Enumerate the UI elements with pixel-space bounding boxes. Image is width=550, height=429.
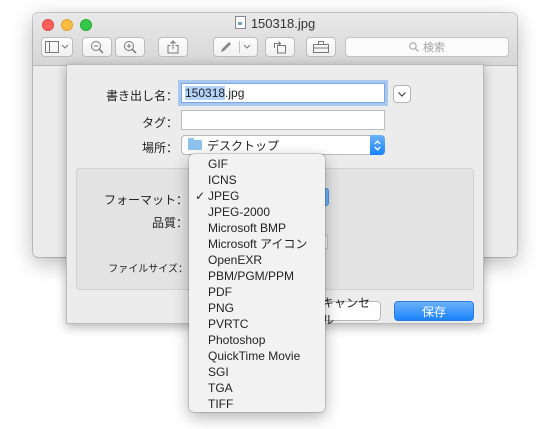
format-menu-item[interactable]: PDF <box>189 284 325 300</box>
format-menu-item[interactable]: PVRTC <box>189 316 325 332</box>
format-menu-item-label: PBM/PGM/PPM <box>208 269 295 283</box>
tags-label: タグ： <box>141 116 178 130</box>
toolbox-icon <box>313 41 329 53</box>
screen: 150318.jpg 検索 書き出し名： 150318 .jpg タグ： 場所：… <box>0 0 550 429</box>
search-placeholder: 検索 <box>423 42 445 54</box>
rotate-icon <box>274 41 286 54</box>
format-menu-item-label: SGI <box>208 365 229 379</box>
share-button[interactable] <box>158 37 188 57</box>
format-menu-item[interactable]: QuickTime Movie <box>189 348 325 364</box>
filename-selected-text: 150318 <box>185 86 226 100</box>
format-menu-item-label: PNG <box>208 301 235 315</box>
format-label: フォーマット： <box>103 193 188 207</box>
location-popup[interactable]: デスクトップ <box>181 135 385 155</box>
search-field[interactable]: 検索 <box>345 37 509 57</box>
format-menu-item-label: Photoshop <box>208 333 266 347</box>
chevron-down-icon <box>398 91 406 97</box>
format-menu-item[interactable]: PBM/PGM/PPM <box>189 268 325 284</box>
popup-arrows-icon <box>370 135 385 155</box>
filename-extension-text: .jpg <box>225 86 245 100</box>
format-menu-item-label: JPEG <box>208 189 240 203</box>
format-menu-item[interactable]: ✓ JPEG <box>189 188 325 204</box>
format-menu-item[interactable]: OpenEXR <box>189 252 325 268</box>
format-menu-item[interactable]: Microsoft アイコン <box>189 236 325 252</box>
save-button[interactable]: 保存 <box>394 301 474 321</box>
tags-input[interactable] <box>181 110 385 130</box>
format-menu-item[interactable]: JPEG-2000 <box>189 204 325 220</box>
markup-button[interactable] <box>213 37 258 57</box>
window-title-text: 150318.jpg <box>250 16 316 31</box>
sidebar-toggle-button[interactable] <box>41 37 73 57</box>
toolbox-button[interactable] <box>306 37 336 57</box>
format-menu-item[interactable]: PNG <box>189 300 325 316</box>
format-menu-item-label: PDF <box>208 285 232 299</box>
quality-label: 品質： <box>151 216 188 230</box>
file-size-label: ファイルサイズ： <box>108 264 188 275</box>
titlebar: 150318.jpg 検索 <box>33 13 517 66</box>
window-title: 150318.jpg <box>33 16 517 31</box>
format-menu-item-label: TGA <box>208 381 233 395</box>
location-value: デスクトップ <box>207 138 280 153</box>
format-menu-item[interactable]: Microsoft BMP <box>189 220 325 236</box>
format-menu-item-label: QuickTime Movie <box>208 349 301 363</box>
cancel-button[interactable]: キャンセル <box>321 296 381 327</box>
format-menu-item[interactable]: Photoshop <box>189 332 325 348</box>
format-menu-item[interactable]: TGA <box>189 380 325 396</box>
format-menu-item[interactable]: ICNS <box>189 172 325 188</box>
format-menu-item-label: Microsoft アイコン <box>208 237 308 251</box>
format-menu-item[interactable]: GIF <box>189 156 325 172</box>
sidebar-icon <box>45 41 69 53</box>
format-menu-item[interactable]: SGI <box>189 364 325 380</box>
zoom-out-icon <box>91 41 104 54</box>
filename-input[interactable]: 150318 .jpg <box>181 83 385 103</box>
pen-icon <box>220 41 250 53</box>
checkmark-icon: ✓ <box>195 189 206 203</box>
document-icon <box>234 16 246 29</box>
export-as-label: 書き出し名： <box>105 89 178 103</box>
folder-icon <box>188 138 202 150</box>
format-menu-item-label: PVRTC <box>208 317 249 331</box>
share-icon <box>167 40 179 54</box>
format-menu-items: GIF ICNS ✓ JPEG JPEG-2000 Microsoft BMP Micros… <box>189 156 325 412</box>
where-label: 場所： <box>141 141 178 155</box>
zoom-in-button[interactable] <box>115 37 145 57</box>
format-menu-item-label: OpenEXR <box>208 253 263 267</box>
expand-sheet-button[interactable] <box>393 85 411 103</box>
zoom-in-icon <box>124 41 137 54</box>
rotate-button[interactable] <box>265 37 295 57</box>
format-menu: GIF ICNS ✓ JPEG JPEG-2000 Microsoft BMP Micros… <box>189 154 325 412</box>
format-menu-item[interactable]: TIFF <box>189 396 325 412</box>
format-menu-item-label: Microsoft BMP <box>208 221 287 235</box>
format-menu-item-label: JPEG-2000 <box>208 205 271 219</box>
format-menu-item-label: ICNS <box>208 173 237 187</box>
format-menu-item-label: GIF <box>208 157 228 171</box>
format-menu-item-label: TIFF <box>208 397 234 411</box>
search-icon <box>409 42 419 52</box>
zoom-out-button[interactable] <box>82 37 112 57</box>
